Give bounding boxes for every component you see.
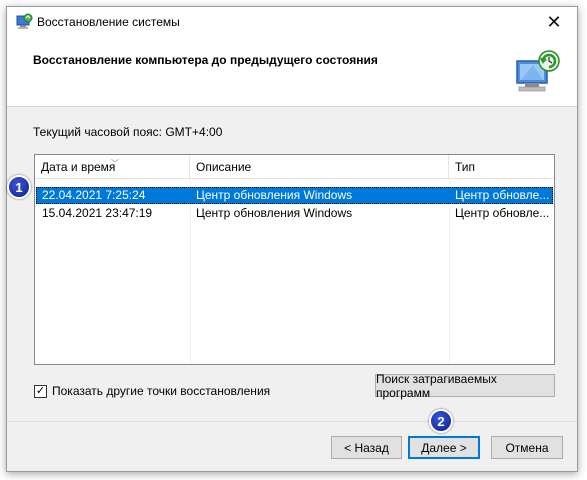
system-restore-icon (16, 13, 33, 29)
title-bar: Восстановление системы ✕ (7, 7, 577, 37)
next-button[interactable]: Далее > (408, 436, 480, 459)
window-title: Восстановление системы (37, 15, 180, 29)
footer: < Назад Далее > Отмена (7, 421, 577, 471)
restore-points-table[interactable]: ﹀ Дата и время Описание Тип 22.04.2021 7… (34, 154, 555, 365)
cell-type: Центр обновле... (455, 188, 550, 202)
system-restore-icon (516, 50, 560, 92)
page-title: Восстановление компьютера до предыдущего… (33, 53, 378, 67)
column-header-type[interactable]: Тип (449, 155, 554, 179)
close-button[interactable]: ✕ (531, 7, 577, 37)
show-more-option[interactable]: ✓ Показать другие точки восстановления (34, 384, 270, 398)
annotation-badge-1: 1 (7, 175, 31, 199)
table-row[interactable]: 22.04.2021 7:25:24 Центр обновления Wind… (36, 187, 553, 204)
table-row[interactable]: 15.04.2021 23:47:19 Центр обновления Win… (36, 205, 553, 222)
timezone-label: Текущий часовой пояс: GMT+4:00 (33, 125, 223, 139)
back-button[interactable]: < Назад (331, 436, 402, 459)
sort-arrow-icon: ﹀ (111, 159, 119, 168)
cancel-button[interactable]: Отмена (491, 436, 563, 459)
show-more-checkbox[interactable]: ✓ (34, 384, 47, 398)
column-header-description[interactable]: Описание (190, 155, 449, 179)
cell-description: Центр обновления Windows (196, 188, 353, 202)
header-panel: Восстановление компьютера до предыдущего… (7, 37, 577, 107)
cell-date: 22.04.2021 7:25:24 (42, 188, 146, 202)
cell-type: Центр обновле... (455, 206, 550, 220)
system-restore-dialog: Восстановление системы ✕ Восстановление … (6, 6, 578, 472)
show-more-label: Показать другие точки восстановления (52, 384, 271, 398)
annotation-badge-2: 2 (429, 409, 453, 433)
scan-affected-programs-button[interactable]: Поиск затрагиваемых программ (375, 372, 555, 400)
cell-date: 15.04.2021 23:47:19 (42, 206, 153, 220)
column-header-date[interactable]: ﹀ Дата и время (35, 155, 190, 179)
table-header: ﹀ Дата и время Описание Тип (35, 155, 554, 179)
cell-description: Центр обновления Windows (196, 206, 353, 220)
